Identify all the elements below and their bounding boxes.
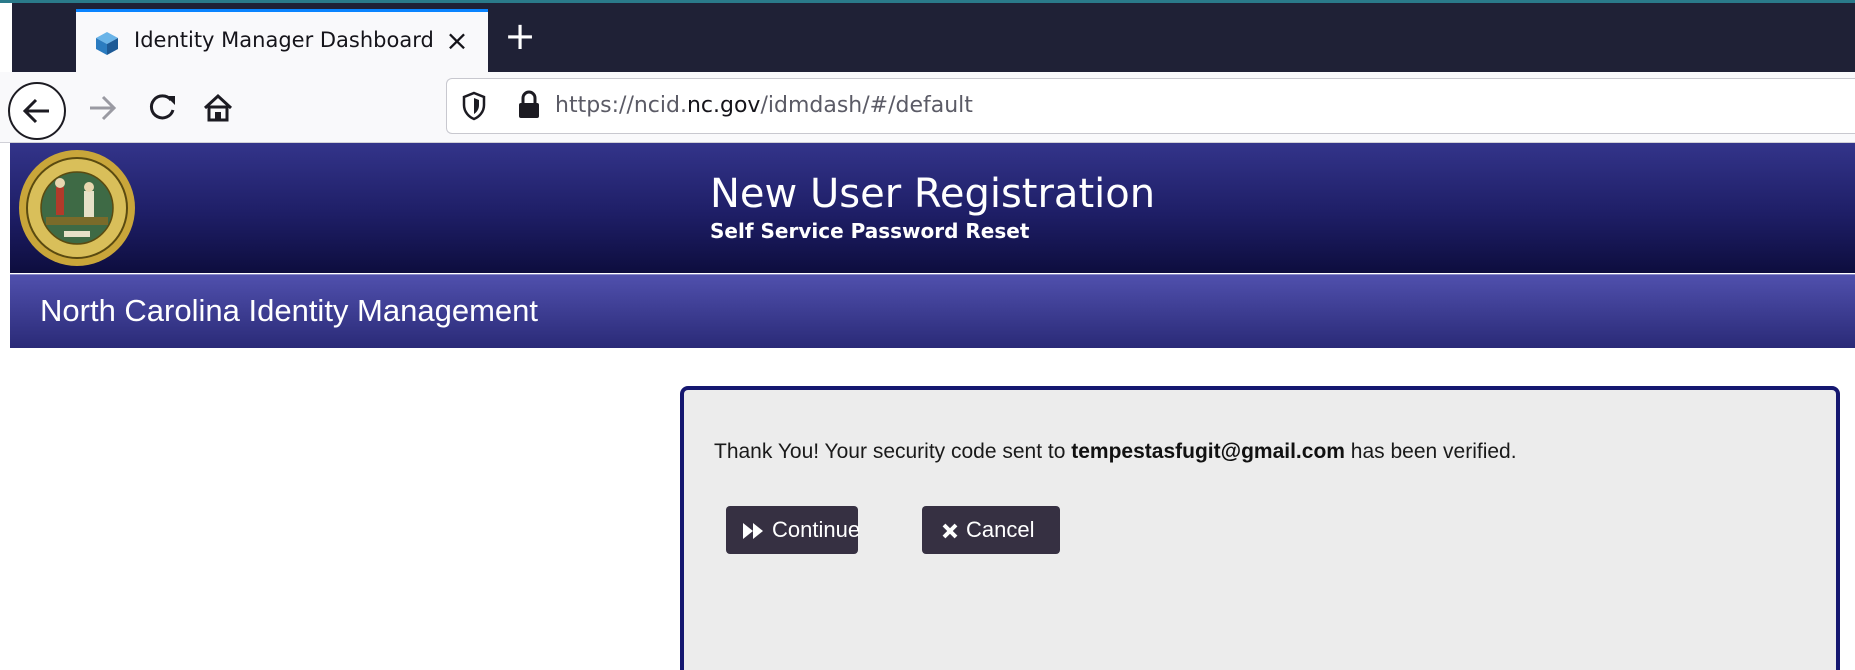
cancel-button[interactable]: Cancel xyxy=(922,506,1060,554)
cancel-label: Cancel xyxy=(966,517,1035,542)
home-icon[interactable] xyxy=(196,86,240,130)
url-domain: nc.gov xyxy=(686,93,761,118)
page-title: New User Registration xyxy=(710,171,1156,217)
site-banner: North Carolina Identity Management xyxy=(10,274,1855,348)
page-subtitle: Self Service Password Reset xyxy=(710,219,1030,243)
site-header: New User Registration Self Service Passw… xyxy=(10,143,1855,273)
reload-icon[interactable] xyxy=(140,86,184,130)
message-text-after: has been verified. xyxy=(1344,440,1517,463)
nc-state-seal-icon xyxy=(19,150,135,266)
window-edge xyxy=(0,3,12,75)
banner-title: North Carolina Identity Management xyxy=(40,293,538,328)
back-button[interactable] xyxy=(8,82,66,140)
email-address: tempestasfugit@gmail.com xyxy=(1071,440,1345,463)
verification-panel: Thank You! Your security code sent to te… xyxy=(680,386,1840,670)
browser-tab-strip: Identity Manager Dashboard × + xyxy=(0,0,1855,75)
lock-icon[interactable] xyxy=(515,89,543,121)
verification-message: Thank You! Your security code sent to te… xyxy=(714,440,1517,464)
fast-forward-icon xyxy=(743,523,763,540)
url-text[interactable]: https://ncid.nc.gov/idmdash/#/default xyxy=(555,93,973,118)
address-bar[interactable]: https://ncid.nc.gov/idmdash/#/default xyxy=(446,78,1855,134)
arrow-left-icon xyxy=(22,98,49,124)
continue-button[interactable]: Continue xyxy=(726,506,861,554)
close-icon xyxy=(942,523,958,539)
browser-tab[interactable]: Identity Manager Dashboard × xyxy=(76,9,488,75)
browser-nav-bar: https://ncid.nc.gov/idmdash/#/default xyxy=(0,72,1855,143)
netiq-cube-icon xyxy=(96,32,118,55)
tab-title: Identity Manager Dashboard xyxy=(134,28,434,52)
close-tab-icon[interactable]: × xyxy=(442,24,472,58)
shield-icon[interactable] xyxy=(461,91,487,121)
message-text-before: Thank You! Your security code sent to xyxy=(714,440,1072,463)
continue-label: Continue xyxy=(772,517,861,542)
url-prefix: https://ncid. xyxy=(555,93,687,118)
url-path: /idmdash/#/default xyxy=(760,93,973,118)
arrow-right-icon[interactable] xyxy=(80,86,124,130)
new-tab-button[interactable]: + xyxy=(500,17,540,57)
